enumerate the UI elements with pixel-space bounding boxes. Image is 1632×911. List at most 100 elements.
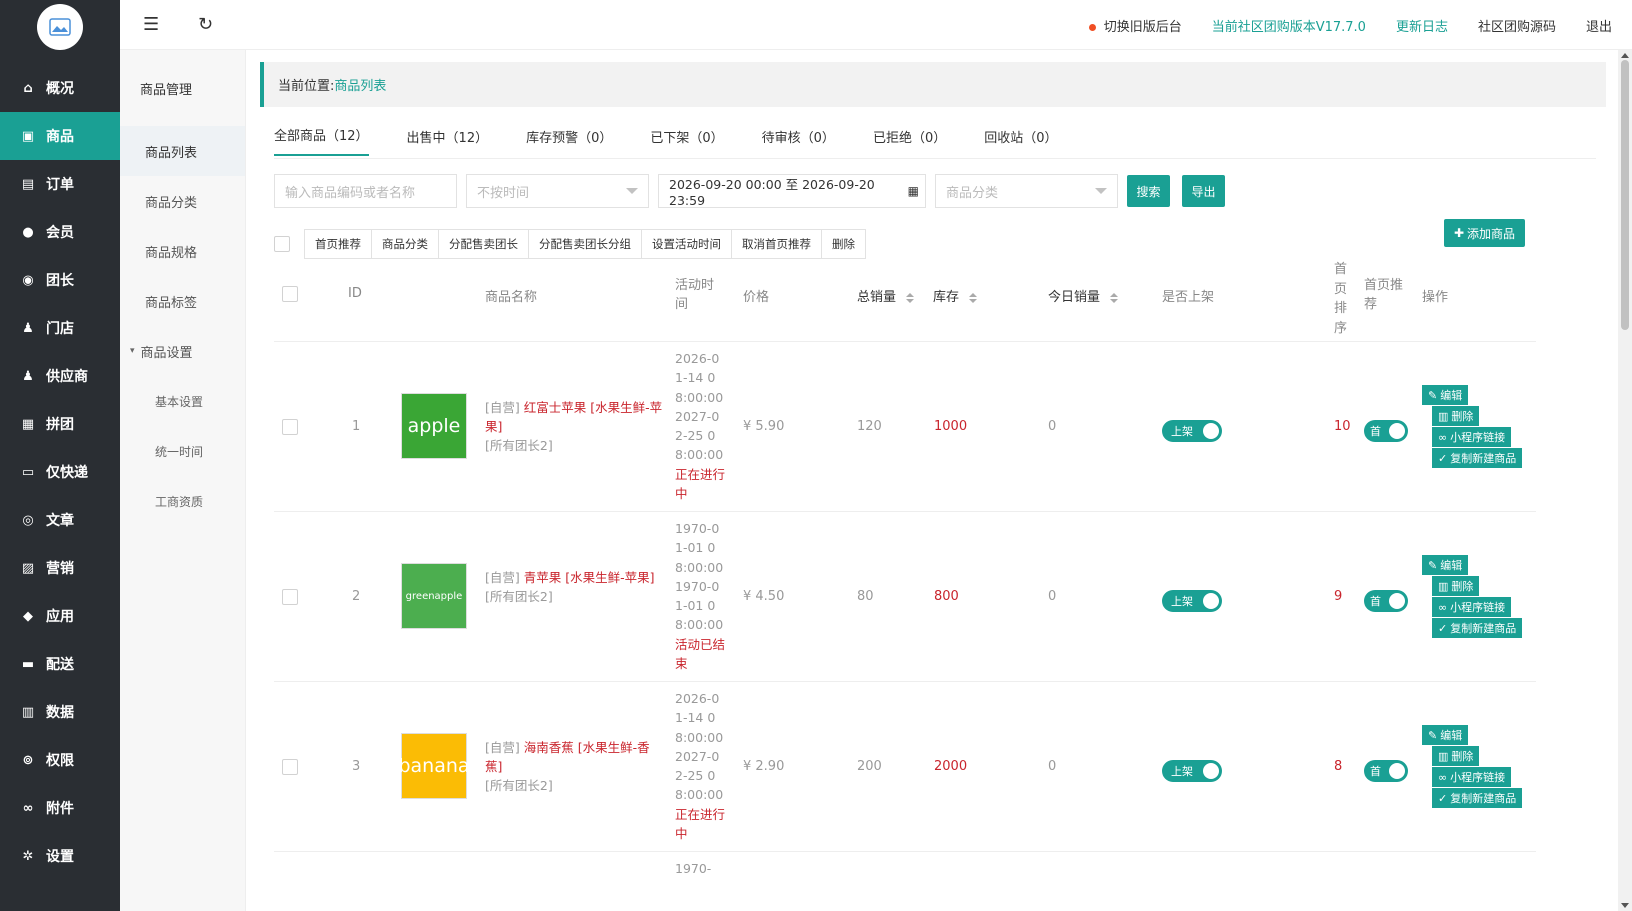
row-sort[interactable]: 10	[1334, 419, 1351, 434]
edit-button[interactable]: ✎ 编辑	[1422, 385, 1469, 405]
row-stock[interactable]: 800	[934, 589, 959, 604]
select-all-checkbox-top[interactable]	[274, 236, 290, 252]
batch-action-5[interactable]: 取消首页推荐	[732, 230, 822, 258]
sidebar-item-14[interactable]: ⊚ 权限	[0, 736, 120, 784]
export-button[interactable]: 导出	[1182, 175, 1225, 207]
delete-button[interactable]: ▥ 删除	[1432, 406, 1480, 426]
copy-new-button[interactable]: ✓ 复制新建商品	[1432, 788, 1523, 808]
product-thumbnail[interactable]: greenapple	[401, 563, 467, 629]
date-range-input[interactable]: 2026-09-20 00:00 至 2026-09-20 23:59 ▦	[658, 174, 926, 208]
on-sale-toggle[interactable]: 上架	[1162, 590, 1222, 612]
col-total-sales[interactable]: 总销量	[857, 286, 915, 305]
select-all-checkbox[interactable]	[282, 286, 298, 302]
col-stock[interactable]: 库存	[933, 286, 978, 305]
logout-link[interactable]: 退出	[1586, 16, 1612, 35]
menu-toggle-icon[interactable]: ☰	[143, 14, 159, 35]
subnav-child-2[interactable]: 工商资质	[120, 476, 245, 526]
switch-old-link[interactable]: 切换旧版后台	[1088, 16, 1182, 35]
batch-action-6[interactable]: 删除	[822, 230, 865, 258]
scrollbar-thumb[interactable]	[1621, 60, 1629, 330]
link-icon: ∞	[1438, 430, 1448, 444]
table-row: 2 greenapple [自营] 青苹果 [水果生鲜-苹果] [所有团长2] 1…	[274, 512, 1536, 682]
sidebar-item-6[interactable]: ♟ 供应商	[0, 352, 120, 400]
scroll-up-arrow-icon[interactable]	[1621, 53, 1629, 58]
activity-status: 正在进行中	[675, 466, 726, 502]
version-link[interactable]: 当前社区团购版本V17.7.0	[1212, 16, 1366, 35]
subnav-item-3[interactable]: 商品标签	[120, 276, 245, 326]
tab-0[interactable]: 全部商品（12）	[274, 125, 369, 156]
table-header: ID 商品名称 活动时间 价格 总销量 库存 今日销量 是否上架 首页排序 首页…	[274, 260, 1536, 342]
sidebar-item-2[interactable]: ▤ 订单	[0, 160, 120, 208]
delete-button[interactable]: ▥ 删除	[1432, 576, 1480, 596]
sidebar-item-0[interactable]: ⌂ 概况	[0, 64, 120, 112]
batch-action-1[interactable]: 商品分类	[372, 230, 439, 258]
miniprogram-link-button[interactable]: ∞ 小程序链接	[1432, 597, 1512, 617]
row-checkbox[interactable]	[282, 419, 298, 435]
search-button[interactable]: 搜索	[1127, 175, 1170, 207]
tab-3[interactable]: 已下架（0）	[650, 127, 723, 156]
batch-action-2[interactable]: 分配售卖团长	[439, 230, 529, 258]
sidebar-item-1[interactable]: ▣ 商品	[0, 112, 120, 160]
sidebar-item-15[interactable]: ∞ 附件	[0, 784, 120, 832]
sidebar-item-7[interactable]: ▦ 拼团	[0, 400, 120, 448]
sidebar-item-10[interactable]: ▨ 营销	[0, 544, 120, 592]
product-thumbnail[interactable]: apple	[401, 393, 467, 459]
tab-6[interactable]: 回收站（0）	[984, 127, 1057, 156]
tab-2[interactable]: 库存预警（0）	[526, 127, 612, 156]
col-today-sales[interactable]: 今日销量	[1048, 286, 1119, 305]
sidebar-item-8[interactable]: ▭ 仅快递	[0, 448, 120, 496]
batch-action-4[interactable]: 设置活动时间	[642, 230, 732, 258]
sidebar-item-4[interactable]: ◉ 团长	[0, 256, 120, 304]
subnav-item-0[interactable]: 商品列表	[120, 126, 245, 176]
row-checkbox[interactable]	[282, 589, 298, 605]
logo-avatar[interactable]	[37, 4, 83, 50]
copy-new-button[interactable]: ✓ 复制新建商品	[1432, 618, 1523, 638]
sidebar-item-16[interactable]: ✲ 设置	[0, 832, 120, 880]
category-select[interactable]: 商品分类	[935, 174, 1118, 208]
sidebar-item-13[interactable]: ▥ 数据	[0, 688, 120, 736]
miniprogram-link-button[interactable]: ∞ 小程序链接	[1432, 767, 1512, 787]
sidebar-item-5[interactable]: ♟ 门店	[0, 304, 120, 352]
tab-5[interactable]: 已拒绝（0）	[873, 127, 946, 156]
batch-action-0[interactable]: 首页推荐	[305, 230, 372, 258]
subnav-child-1[interactable]: 统一时间	[120, 426, 245, 476]
row-sort[interactable]: 8	[1334, 759, 1342, 774]
on-sale-toggle[interactable]: 上架	[1162, 760, 1222, 782]
page-scrollbar[interactable]	[1618, 50, 1632, 911]
sidebar-item-3[interactable]: ● 会员	[0, 208, 120, 256]
recommend-toggle[interactable]: 首	[1364, 590, 1408, 612]
subnav-group-settings[interactable]: ▾ 商品设置	[120, 326, 245, 376]
source-link[interactable]: 社区团购源码	[1478, 16, 1556, 35]
sidebar-item-12[interactable]: ▬ 配送	[0, 640, 120, 688]
changelog-link[interactable]: 更新日志	[1396, 16, 1448, 35]
row-stock[interactable]: 1000	[934, 419, 967, 434]
miniprogram-link-button[interactable]: ∞ 小程序链接	[1432, 427, 1512, 447]
sidebar-item-11[interactable]: ◆ 应用	[0, 592, 120, 640]
product-name-link[interactable]: 青苹果 [水果生鲜-苹果]	[524, 570, 655, 585]
time-select[interactable]: 不按时间	[466, 174, 649, 208]
refresh-icon[interactable]: ↻	[198, 14, 213, 35]
tab-1[interactable]: 出售中（12）	[407, 127, 489, 156]
breadcrumb-current[interactable]: 商品列表	[334, 75, 386, 94]
scroll-down-arrow-icon[interactable]	[1621, 903, 1629, 908]
edit-button[interactable]: ✎ 编辑	[1422, 555, 1469, 575]
product-thumbnail[interactable]: banana	[398, 733, 470, 799]
row-stock[interactable]: 2000	[934, 759, 967, 774]
subnav-item-2[interactable]: 商品规格	[120, 226, 245, 276]
subnav-child-0[interactable]: 基本设置	[120, 376, 245, 426]
copy-new-button[interactable]: ✓ 复制新建商品	[1432, 448, 1523, 468]
delete-button[interactable]: ▥ 删除	[1432, 746, 1480, 766]
edit-button[interactable]: ✎ 编辑	[1422, 725, 1469, 745]
sidebar-item-9[interactable]: ◎ 文章	[0, 496, 120, 544]
row-id: 2	[352, 589, 361, 604]
keyword-input[interactable]: 输入商品编码或者名称	[274, 174, 457, 208]
subnav-item-1[interactable]: 商品分类	[120, 176, 245, 226]
tab-4[interactable]: 待审核（0）	[762, 127, 835, 156]
add-goods-button[interactable]: ✚ 添加商品	[1444, 219, 1525, 247]
batch-action-3[interactable]: 分配售卖团长分组	[529, 230, 642, 258]
on-sale-toggle[interactable]: 上架	[1162, 420, 1222, 442]
recommend-toggle[interactable]: 首	[1364, 420, 1408, 442]
row-checkbox[interactable]	[282, 759, 298, 775]
recommend-toggle[interactable]: 首	[1364, 760, 1408, 782]
row-sort[interactable]: 9	[1334, 589, 1342, 604]
